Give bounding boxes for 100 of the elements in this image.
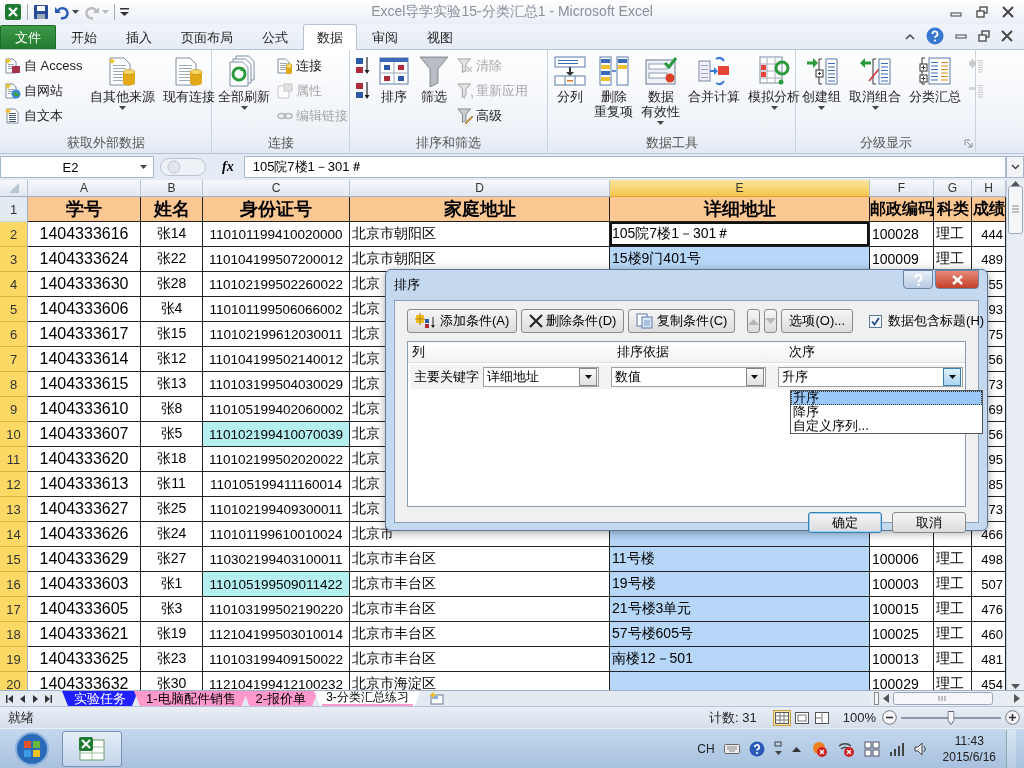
start-button[interactable] [12, 730, 52, 767]
row-header[interactable]: 4 [0, 272, 28, 297]
ribbon-tab[interactable]: 数据 [303, 24, 357, 50]
row-header[interactable]: 11 [0, 447, 28, 472]
row-header[interactable]: 12 [0, 472, 28, 497]
ribbon-button[interactable]: 现有连接 [159, 53, 218, 133]
ribbon-button[interactable]: 删除 重复项 [591, 53, 636, 133]
column-header[interactable]: D [350, 180, 610, 197]
ribbon-button[interactable]: 全部刷新 [215, 53, 273, 133]
row-header[interactable]: 7 [0, 347, 28, 372]
zoom-slider[interactable] [901, 710, 1001, 725]
zoom-level[interactable]: 100% [842, 710, 876, 725]
collapse-ribbon-button[interactable] [905, 32, 915, 40]
dialog-button[interactable]: 取消 [892, 512, 966, 533]
ribbon-tab[interactable]: 页面布局 [167, 25, 247, 49]
zoom-out-button[interactable] [882, 710, 897, 725]
last-sheet-button[interactable] [45, 694, 52, 703]
column-header[interactable]: E [610, 180, 870, 197]
ribbon-button[interactable]: 排序 [375, 53, 413, 133]
ribbon-button[interactable]: 连接 [275, 53, 350, 78]
row-header[interactable]: 13 [0, 497, 28, 522]
row-header[interactable]: 14 [0, 522, 28, 547]
row-header[interactable]: 8 [0, 372, 28, 397]
row-header[interactable]: 2 [0, 222, 28, 247]
column-header[interactable]: B [141, 180, 203, 197]
help-button[interactable] [903, 270, 933, 289]
taskbar-app-button[interactable] [62, 730, 122, 767]
zoom-in-button[interactable] [1005, 710, 1020, 725]
row-header[interactable]: 3 [0, 247, 28, 272]
ribbon-tab[interactable]: 插入 [112, 25, 166, 49]
sort-on-dropdown[interactable]: 数值 [611, 367, 766, 387]
view-button[interactable] [812, 709, 831, 726]
customize-toolbar-button[interactable] [120, 7, 129, 17]
name-box[interactable]: E2 [0, 156, 154, 178]
restore-button[interactable] [976, 6, 988, 18]
ribbon-button[interactable]: 分类汇总 [906, 53, 964, 133]
ribbon-tab[interactable]: 审阅 [358, 25, 412, 49]
next-sheet-button[interactable] [32, 694, 39, 703]
minimize-button[interactable] [955, 31, 967, 41]
clock-date[interactable]: 2015/6/16 [942, 748, 996, 765]
ribbon-button[interactable]: 自文本 [3, 103, 85, 128]
dialog-button[interactable]: 确定 [808, 512, 882, 533]
row-header[interactable]: 16 [0, 572, 28, 597]
restore-button[interactable] [978, 30, 990, 42]
dialog-toolbar-button[interactable]: 删除条件(D) [521, 309, 625, 333]
view-button[interactable] [772, 709, 791, 726]
row-header[interactable]: 9 [0, 397, 28, 422]
close-button[interactable] [1001, 30, 1013, 42]
ribbon-tab[interactable]: 视图 [413, 25, 467, 49]
row-header[interactable]: 10 [0, 422, 28, 447]
row-header[interactable]: 5 [0, 297, 28, 322]
ribbon-button[interactable]: 自 Access [3, 53, 85, 78]
undo-button[interactable] [54, 4, 79, 20]
row-header[interactable]: 15 [0, 547, 28, 572]
ribbon-button[interactable]: 自其他来源 [86, 53, 158, 133]
column-header[interactable]: G [934, 180, 972, 197]
row-header[interactable]: 17 [0, 597, 28, 622]
sheet-tab[interactable]: 实验任务 [62, 691, 138, 706]
ribbon-button[interactable]: 分列 [551, 53, 589, 133]
dialog-toolbar-button[interactable]: 选项(O)... [781, 309, 854, 333]
row-header[interactable]: 20 [0, 672, 28, 690]
first-sheet-button[interactable] [6, 694, 13, 703]
column-header[interactable]: A [28, 180, 141, 197]
view-button[interactable] [792, 709, 811, 726]
sheet-tab[interactable]: 3-分类汇总练习 [314, 691, 421, 706]
formula-field[interactable]: 105院7楼1－301＃ [243, 156, 1006, 178]
close-button[interactable] [935, 270, 979, 289]
ribbon-button[interactable]: 取消组合 [846, 53, 904, 133]
ribbon-button[interactable]: 合并计算 [685, 53, 743, 133]
row-header[interactable]: 6 [0, 322, 28, 347]
sheet-tab[interactable]: 1-电脑配件销售 [134, 691, 248, 706]
ribbon-tab[interactable]: 文件 [0, 25, 56, 49]
dropdown-list[interactable]: 升序 降序 自定义序列... [790, 390, 983, 434]
dialog-toolbar-button[interactable]: 复制条件(C) [628, 309, 736, 333]
insert-function-button[interactable]: fx [210, 156, 244, 178]
row-header[interactable]: 19 [0, 647, 28, 672]
row-header[interactable]: 1 [0, 197, 28, 222]
vertical-scrollbar[interactable] [1006, 180, 1024, 690]
column-dropdown[interactable]: 详细地址 [483, 367, 600, 387]
close-button[interactable] [1002, 6, 1014, 18]
column-header[interactable]: F [870, 180, 934, 197]
column-header[interactable]: H [972, 180, 1006, 197]
row-header[interactable]: 18 [0, 622, 28, 647]
previous-sheet-button[interactable] [19, 694, 26, 703]
dialog-launcher[interactable] [963, 138, 973, 148]
column-header[interactable]: C [203, 180, 350, 197]
expand-button[interactable] [1006, 156, 1024, 178]
dropdown-option[interactable]: 升序 [791, 391, 982, 405]
ribbon-tab[interactable]: 开始 [57, 25, 111, 49]
ribbon-button[interactable]: 自网站 [3, 78, 85, 103]
clock-time[interactable]: 11:43 [954, 732, 984, 749]
ribbon-button[interactable]: 筛选 [415, 53, 453, 133]
ribbon-tab[interactable]: 公式 [248, 25, 302, 49]
help-button[interactable] [926, 27, 944, 45]
ribbon-button[interactable]: 数据 有效性 [638, 53, 683, 133]
save-button[interactable] [33, 4, 49, 20]
dialog-toolbar-button[interactable]: 添加条件(A) [407, 309, 518, 333]
horizontal-scrollbar[interactable] [870, 691, 1024, 706]
order-dropdown[interactable]: 升序 [777, 367, 963, 387]
ribbon-button[interactable]: 高级 [455, 103, 530, 128]
